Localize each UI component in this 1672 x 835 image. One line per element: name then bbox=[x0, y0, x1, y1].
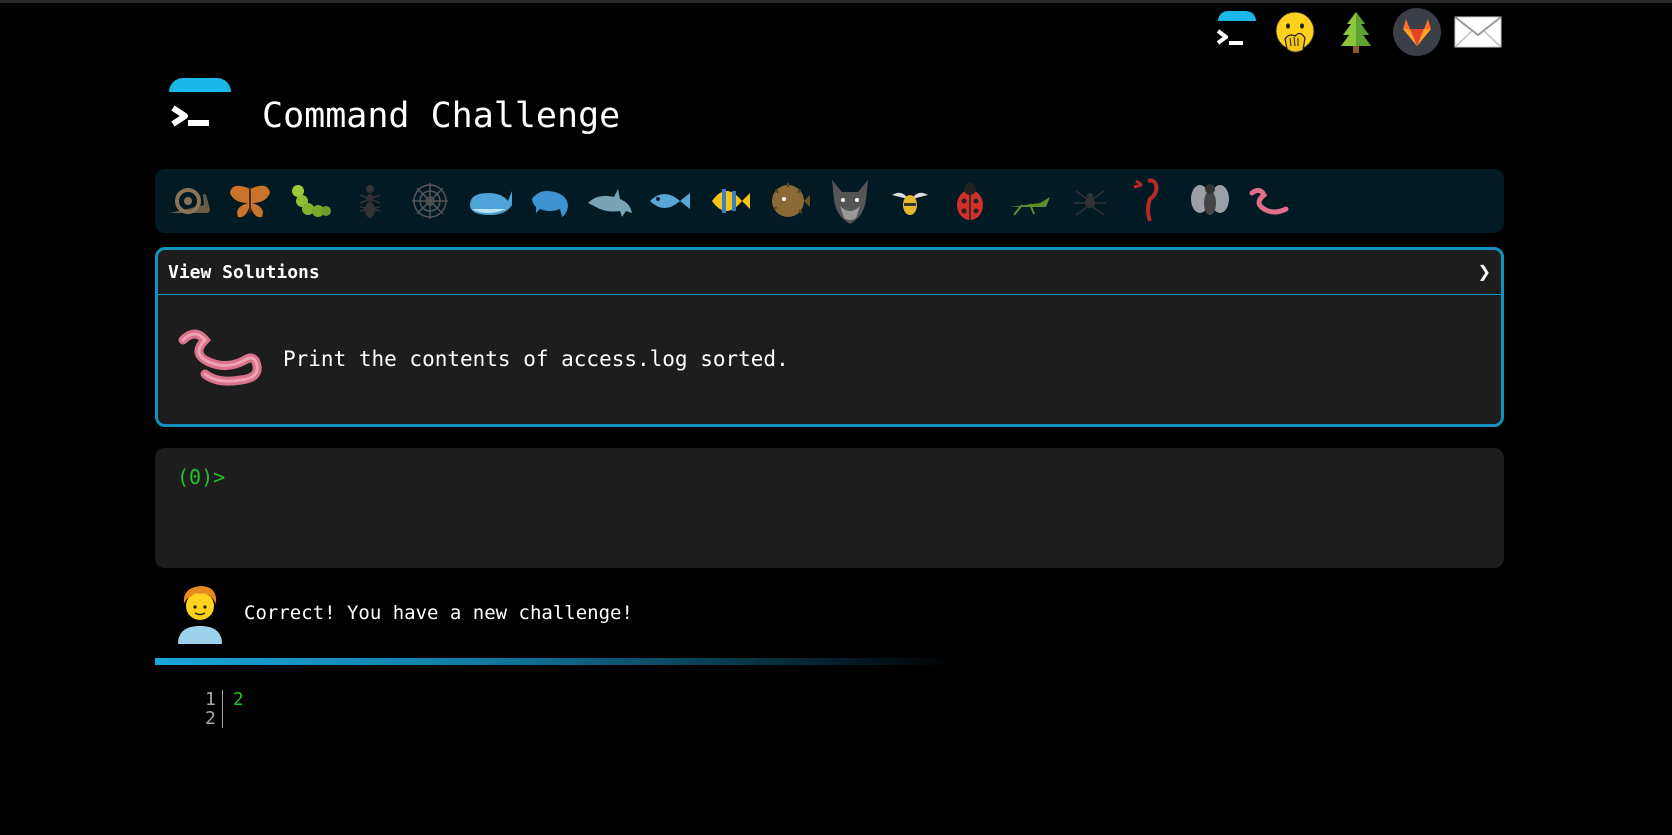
dolphin-blue-icon[interactable] bbox=[525, 176, 575, 226]
scorpion-icon[interactable] bbox=[1125, 176, 1175, 226]
snail-icon[interactable] bbox=[165, 176, 215, 226]
top-border bbox=[0, 0, 1672, 3]
top-icon-bar bbox=[1210, 8, 1502, 56]
spider-web-icon[interactable] bbox=[405, 176, 455, 226]
whale-icon[interactable] bbox=[465, 176, 515, 226]
cricket-icon[interactable] bbox=[1005, 176, 1055, 226]
tree-icon[interactable] bbox=[1332, 8, 1380, 56]
line-number: 2 bbox=[205, 708, 216, 729]
challenge-critter-bar bbox=[155, 169, 1504, 233]
command-output: 1 2 2 bbox=[205, 690, 244, 728]
feedback-message: Correct! You have a new challenge! bbox=[172, 582, 633, 644]
line-number: 1 bbox=[205, 689, 216, 710]
output-line: 2 bbox=[232, 689, 244, 710]
view-solutions-header[interactable]: View Solutions ❯ bbox=[158, 250, 1501, 295]
butterfly-icon[interactable] bbox=[225, 176, 275, 226]
person-avatar-icon bbox=[172, 582, 228, 644]
wolf-icon[interactable] bbox=[825, 176, 875, 226]
challenge-description: Print the contents of access.log sorted. bbox=[283, 347, 789, 371]
spider-icon[interactable] bbox=[1065, 176, 1115, 226]
dolphin-icon[interactable] bbox=[585, 176, 635, 226]
terminal-prompt: (0)> bbox=[177, 465, 226, 489]
blowfish-icon[interactable] bbox=[765, 176, 815, 226]
view-solutions-label: View Solutions bbox=[168, 261, 320, 283]
bee-icon[interactable] bbox=[885, 176, 935, 226]
worm-icon[interactable] bbox=[1245, 176, 1295, 226]
face-with-hand-over-mouth-icon[interactable] bbox=[1271, 8, 1319, 56]
terminal-icon[interactable] bbox=[1210, 8, 1258, 56]
caterpillar-icon[interactable] bbox=[285, 176, 335, 226]
logo-terminal-icon bbox=[163, 78, 233, 142]
terminal-input[interactable] bbox=[235, 468, 1435, 492]
fish-icon[interactable] bbox=[645, 176, 695, 226]
output-lines: 2 bbox=[223, 690, 244, 728]
chevron-right-icon[interactable]: ❯ bbox=[1478, 260, 1491, 285]
ant-icon[interactable] bbox=[345, 176, 395, 226]
envelope-icon[interactable] bbox=[1454, 8, 1502, 56]
feedback-text: Correct! You have a new challenge! bbox=[244, 602, 633, 624]
worm-icon bbox=[173, 324, 263, 394]
ladybug-icon[interactable] bbox=[945, 176, 995, 226]
gitlab-icon[interactable] bbox=[1393, 8, 1441, 56]
page-title: Command Challenge bbox=[262, 96, 621, 136]
line-numbers: 1 2 bbox=[205, 690, 223, 728]
terminal[interactable]: (0)> bbox=[155, 448, 1504, 568]
challenge-panel: View Solutions ❯ Print the contents of a… bbox=[155, 247, 1504, 427]
divider-gradient bbox=[155, 658, 955, 665]
tropical-fish-icon[interactable] bbox=[705, 176, 755, 226]
fly-icon[interactable] bbox=[1185, 176, 1235, 226]
